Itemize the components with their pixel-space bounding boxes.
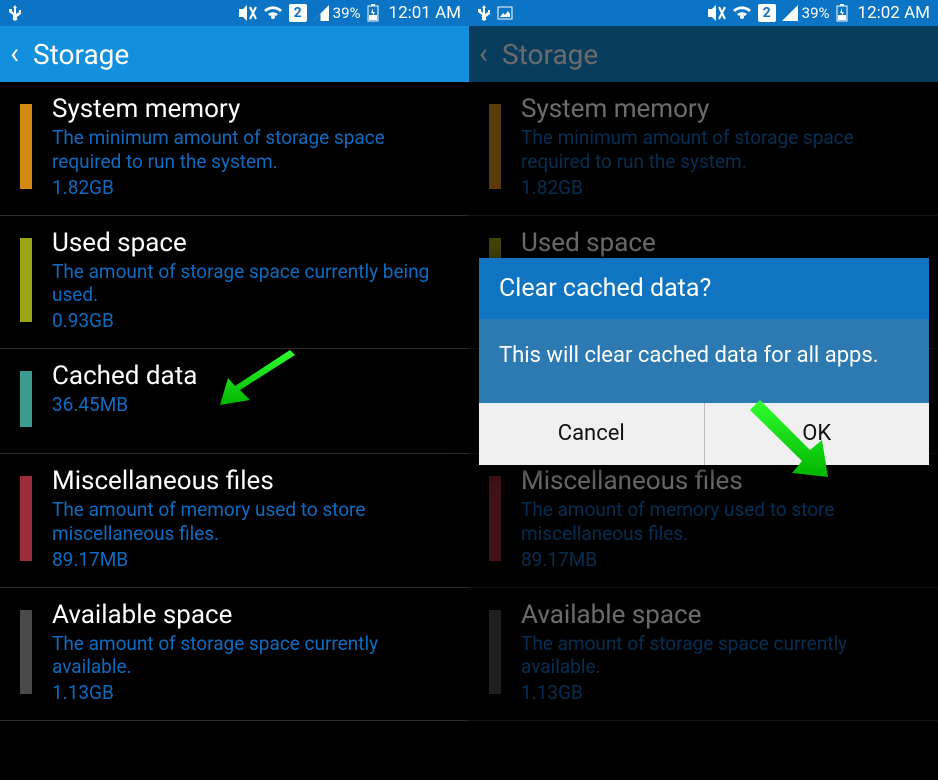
item-size: 1.13GB: [521, 681, 924, 704]
battery-charging-icon: [367, 4, 379, 22]
storage-item-available-space[interactable]: Available space The amount of storage sp…: [0, 588, 469, 722]
item-title: System memory: [52, 94, 455, 124]
notification-badge: 2: [758, 4, 776, 22]
page-title: Storage: [33, 38, 129, 71]
signal-icon: [313, 5, 329, 21]
mute-icon: [706, 5, 726, 21]
item-size: 0.93GB: [52, 309, 455, 332]
item-size: 89.17MB: [52, 548, 455, 571]
item-title: Cached data: [52, 361, 455, 391]
storage-item-misc-files: Miscellaneous files The amount of memory…: [469, 454, 938, 588]
item-size: 1.82GB: [521, 176, 924, 199]
color-strip: [489, 476, 501, 561]
screenshot-icon: [497, 6, 513, 20]
clear-cache-dialog: Clear cached data? This will clear cache…: [479, 258, 929, 465]
phone-left: 2 39% 12:01 AM ‹ Storage System memory T…: [0, 0, 469, 780]
back-icon: ‹: [479, 39, 488, 69]
item-title: Available space: [521, 600, 924, 630]
item-desc: The amount of storage space currently av…: [521, 632, 924, 680]
item-title: Miscellaneous files: [52, 466, 455, 496]
wifi-icon: [732, 5, 752, 21]
color-strip: [489, 610, 501, 695]
battery-percent: 39%: [333, 4, 361, 22]
cancel-button[interactable]: Cancel: [479, 403, 704, 465]
usb-icon: [8, 5, 22, 21]
storage-item-system-memory[interactable]: System memory The minimum amount of stor…: [0, 82, 469, 216]
item-title: System memory: [521, 94, 924, 124]
item-size: 1.13GB: [52, 681, 455, 704]
item-desc: The amount of memory used to store misce…: [521, 498, 924, 546]
item-size: 36.45MB: [52, 393, 455, 416]
ok-button[interactable]: OK: [704, 403, 930, 465]
back-icon[interactable]: ‹: [10, 39, 19, 69]
dialog-body: This will clear cached data for all apps…: [479, 319, 929, 403]
color-strip: [20, 610, 32, 695]
dialog-actions: Cancel OK: [479, 403, 929, 465]
item-title: Miscellaneous files: [521, 466, 924, 496]
battery-percent: 39%: [802, 4, 830, 22]
header-left[interactable]: ‹ Storage: [0, 26, 469, 82]
item-size: 89.17MB: [521, 548, 924, 571]
storage-item-cached-data[interactable]: Cached data 36.45MB: [0, 349, 469, 454]
item-title: Used space: [521, 228, 924, 258]
clock: 12:02 AM: [858, 3, 930, 23]
item-desc: The amount of memory used to store misce…: [52, 498, 455, 546]
item-desc: The minimum amount of storage space requ…: [52, 126, 455, 174]
storage-list-left: System memory The minimum amount of stor…: [0, 82, 469, 721]
storage-item-misc-files[interactable]: Miscellaneous files The amount of memory…: [0, 454, 469, 588]
wifi-icon: [263, 5, 283, 21]
item-desc: The amount of storage space currently be…: [52, 260, 455, 308]
mute-icon: [237, 5, 257, 21]
clock: 12:01 AM: [389, 3, 461, 23]
item-title: Used space: [52, 228, 455, 258]
signal-icon: [782, 5, 798, 21]
usb-icon: [477, 5, 491, 21]
statusbar-left: 2 39% 12:01 AM: [0, 0, 469, 26]
battery-charging-icon: [836, 4, 848, 22]
item-title: Available space: [52, 600, 455, 630]
color-strip: [20, 476, 32, 561]
item-size: 1.82GB: [52, 176, 455, 199]
header-right: ‹ Storage: [469, 26, 938, 82]
color-strip: [20, 104, 32, 189]
dialog-title: Clear cached data?: [479, 258, 929, 319]
color-strip: [20, 238, 32, 323]
storage-item-available-space: Available space The amount of storage sp…: [469, 588, 938, 722]
item-desc: The minimum amount of storage space requ…: [521, 126, 924, 174]
color-strip: [20, 371, 32, 427]
notification-badge: 2: [289, 4, 307, 22]
storage-item-used-space[interactable]: Used space The amount of storage space c…: [0, 216, 469, 350]
storage-item-system-memory: System memory The minimum amount of stor…: [469, 82, 938, 216]
statusbar-right: 2 39% 12:02 AM: [469, 0, 938, 26]
item-desc: The amount of storage space currently av…: [52, 632, 455, 680]
color-strip: [489, 104, 501, 189]
page-title: Storage: [502, 38, 598, 71]
